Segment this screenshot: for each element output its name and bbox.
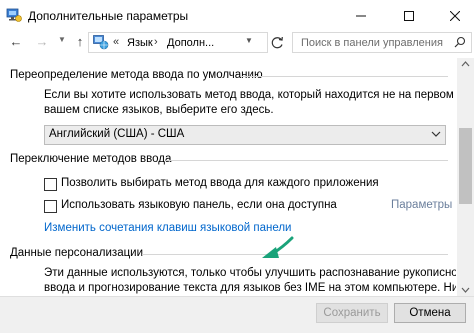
control-panel-icon	[6, 8, 22, 22]
breadcrumb-item-language[interactable]: Язык	[127, 37, 153, 49]
default-input-method-select[interactable]: Английский (США) - США	[44, 125, 446, 145]
scroll-down-arrow-icon[interactable]	[461, 287, 470, 293]
maximize-icon	[404, 10, 414, 21]
content-area: Переопределение метода ввода по умолчани…	[0, 58, 456, 296]
per-app-input-method-checkbox[interactable]	[44, 178, 57, 191]
change-hotkeys-link[interactable]: Изменить сочетания клавиш языковой панел…	[44, 222, 292, 234]
scroll-up-arrow-icon[interactable]	[461, 61, 470, 67]
scrollbar-thumb[interactable]	[459, 128, 472, 204]
window-title: Дополнительные параметры	[28, 9, 189, 23]
title-bar: Дополнительные параметры	[0, 0, 474, 31]
recent-pages-chevron-icon[interactable]: ▼	[55, 32, 69, 46]
address-bar[interactable]: « Язык › Дополн...	[88, 32, 268, 53]
language-bar-label[interactable]: Использовать языковую панель, если она д…	[61, 199, 337, 211]
minimize-button[interactable]	[338, 0, 384, 31]
breadcrumb-overflow-icon[interactable]: «	[113, 36, 119, 48]
section-divider	[142, 254, 448, 255]
back-arrow-icon[interactable]: ←	[9, 34, 23, 49]
override-description-line-1: Если вы хотите использовать метод ввода,…	[44, 89, 456, 101]
close-icon	[450, 10, 460, 21]
cancel-button[interactable]: Отмена	[394, 303, 466, 323]
refresh-icon[interactable]	[269, 35, 285, 51]
maximize-button[interactable]	[386, 0, 432, 31]
breadcrumb-item-advanced[interactable]: Дополн...	[167, 37, 214, 49]
chevron-down-icon	[431, 131, 441, 137]
personalization-description-line-2: ввода и прогнозирование текста для языко…	[44, 282, 456, 294]
address-dropdown-chevron-icon[interactable]: ▼	[245, 36, 253, 45]
search-icon	[454, 36, 466, 48]
save-button[interactable]: Сохранить	[316, 303, 388, 323]
default-input-method-value: Английский (США) - США	[49, 128, 185, 140]
forward-arrow-icon[interactable]: →	[35, 34, 49, 49]
close-button[interactable]	[432, 0, 474, 31]
section-title-personalization: Данные персонализации	[10, 247, 144, 259]
section-title-default-input-override: Переопределение метода ввода по умолчани…	[10, 69, 263, 81]
language-bar-checkbox[interactable]	[44, 200, 57, 213]
minimize-icon	[356, 15, 366, 16]
vertical-scrollbar[interactable]	[457, 58, 474, 296]
language-icon	[93, 35, 109, 50]
per-app-input-method-label[interactable]: Позволить выбирать метод ввода для каждо…	[61, 177, 379, 189]
breadcrumb-separator: ›	[154, 36, 158, 48]
up-arrow-icon[interactable]: ↑	[73, 34, 87, 49]
section-divider	[242, 76, 448, 77]
button-bar: Сохранить Отмена	[0, 296, 474, 333]
search-placeholder: Поиск в панели управления	[301, 37, 443, 49]
section-divider	[166, 160, 448, 161]
override-description-line-2: вашем списке языков, выберите его здесь.	[44, 104, 274, 116]
search-field[interactable]: Поиск в панели управления	[292, 32, 472, 53]
section-title-input-switching: Переключение методов ввода	[10, 153, 172, 165]
language-bar-options-link[interactable]: Параметры	[391, 199, 452, 211]
personalization-description-line-1: Эти данные используются, только чтобы ул…	[44, 267, 456, 279]
